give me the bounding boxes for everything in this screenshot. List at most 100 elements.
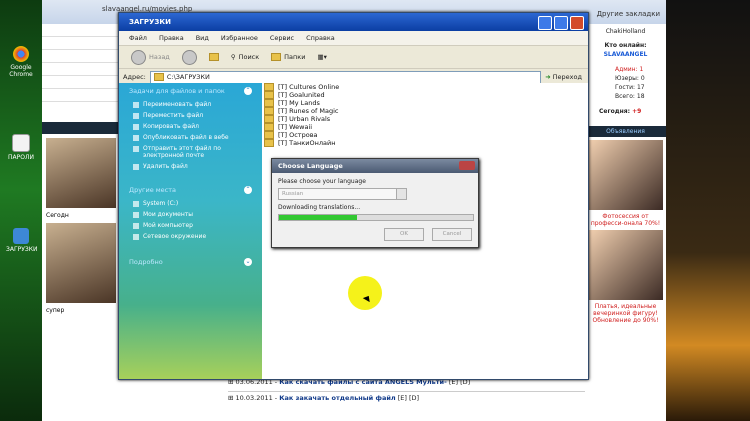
menu-help[interactable]: Справка bbox=[306, 34, 335, 42]
place-computer[interactable]: Мой компьютер bbox=[119, 220, 262, 231]
folder-icon bbox=[153, 73, 164, 81]
ad-image[interactable] bbox=[588, 140, 663, 210]
stat-row: Всего: 18 bbox=[615, 93, 645, 100]
copy-icon bbox=[133, 124, 139, 130]
online-user[interactable]: SLAVAANGEL bbox=[585, 50, 666, 59]
folder-icon bbox=[264, 131, 274, 139]
menu-view[interactable]: Вид bbox=[196, 34, 209, 42]
maximize-icon[interactable] bbox=[554, 16, 568, 30]
window-titlebar[interactable]: ЗАГРУЗКИ bbox=[119, 13, 588, 31]
up-folder-icon bbox=[208, 53, 219, 61]
collapse-icon[interactable]: ⌃ bbox=[244, 87, 252, 95]
list-item[interactable]: [T] Goalunited bbox=[262, 91, 588, 99]
nav-item[interactable] bbox=[42, 63, 120, 76]
search-icon: ⚲ bbox=[230, 53, 236, 61]
ad-caption[interactable]: Платья, идеальные вечеринкой фигуру! Обн… bbox=[585, 303, 666, 324]
desktop-icon-chrome[interactable]: Google Chrome bbox=[6, 46, 36, 78]
language-select[interactable]: Russian bbox=[278, 188, 407, 200]
up-button[interactable] bbox=[208, 53, 219, 61]
chrome-icon bbox=[13, 46, 29, 62]
menu-tools[interactable]: Сервис bbox=[270, 34, 294, 42]
list-item[interactable]: [T] My Lands bbox=[262, 99, 588, 107]
address-field[interactable]: C:\ЗАГРУЗКИ bbox=[149, 70, 542, 84]
desktop-icon-downloads[interactable]: ЗАГРУЗКИ bbox=[6, 228, 37, 253]
go-button[interactable]: ➜ Переход bbox=[545, 73, 582, 81]
desktop-right bbox=[666, 0, 750, 421]
task-email[interactable]: Отправить этот файл по электронной почте bbox=[119, 143, 262, 161]
folder-icon bbox=[264, 139, 274, 147]
nav-item[interactable] bbox=[42, 76, 120, 89]
desktop-left: Google Chrome ПАРОЛИ ЗАГРУЗКИ bbox=[0, 0, 42, 421]
desktop-icon-label: Google Chrome bbox=[9, 64, 33, 78]
folder-icon bbox=[264, 91, 274, 99]
task-delete[interactable]: Удалить файл bbox=[119, 161, 262, 172]
document-icon bbox=[12, 134, 30, 152]
task-pane: Задачи для файлов и папок ⌃ Переименовать… bbox=[119, 83, 262, 379]
nav-item[interactable] bbox=[42, 37, 120, 50]
stat-row: Юзеры: 0 bbox=[615, 75, 645, 82]
expand-icon[interactable]: ⌄ bbox=[244, 258, 252, 266]
language-dialog: Choose Language Please choose your langu… bbox=[271, 158, 479, 248]
address-label: Адрес: bbox=[123, 73, 146, 81]
site-right-column: ChakiHolland Кто онлайн: SLAVAANGEL Адми… bbox=[585, 24, 666, 421]
details-header[interactable]: Подробно ⌄ bbox=[119, 254, 262, 270]
task-copy[interactable]: Копировать файл bbox=[119, 121, 262, 132]
cancel-button[interactable]: Cancel bbox=[432, 228, 472, 241]
folders-button[interactable]: Папки bbox=[271, 53, 305, 61]
place-documents[interactable]: Мои документы bbox=[119, 209, 262, 220]
forward-button[interactable] bbox=[181, 49, 197, 65]
task-rename[interactable]: Переименовать файл bbox=[119, 99, 262, 110]
ok-button[interactable]: OK bbox=[384, 228, 424, 241]
search-button[interactable]: ⚲ Поиск bbox=[231, 53, 259, 61]
nav-item[interactable] bbox=[42, 50, 120, 63]
list-item[interactable]: ⊞ 10.03.2011 - Как закачать отдельный фа… bbox=[228, 391, 585, 407]
close-icon[interactable] bbox=[570, 16, 584, 30]
place-network[interactable]: Сетевое окружение bbox=[119, 231, 262, 242]
ad-image[interactable] bbox=[588, 230, 663, 300]
list-item[interactable]: [T] Cultures Online bbox=[262, 83, 588, 91]
close-icon[interactable] bbox=[459, 161, 475, 170]
list-item[interactable]: [T] Wewaii bbox=[262, 123, 588, 131]
minimize-icon[interactable] bbox=[538, 16, 552, 30]
publish-icon bbox=[133, 135, 139, 141]
ad-caption[interactable]: Фотосессия от професси-онала 70%! bbox=[585, 213, 666, 227]
views-button[interactable]: ▦▾ bbox=[317, 53, 326, 61]
thumb-caption: супер bbox=[46, 307, 65, 314]
window-title: ЗАГРУЗКИ bbox=[129, 18, 171, 26]
desktop-icon-label: ПАРОЛИ bbox=[8, 154, 34, 161]
task-move[interactable]: Переместить файл bbox=[119, 110, 262, 121]
thumbnail-image[interactable] bbox=[46, 223, 116, 303]
desktop-icon-passwords[interactable]: ПАРОЛИ bbox=[6, 134, 36, 161]
folder-icon bbox=[264, 123, 274, 131]
tasks-header[interactable]: Задачи для файлов и папок ⌃ bbox=[119, 83, 262, 99]
today-count: Сегодня: +9 bbox=[599, 108, 642, 115]
forward-arrow-icon bbox=[181, 49, 197, 65]
other-bookmarks[interactable]: Другие закладки bbox=[597, 10, 660, 18]
dialog-titlebar[interactable]: Choose Language bbox=[272, 159, 478, 173]
menu-bar: Файл Правка Вид Избранное Сервис Справка bbox=[119, 31, 588, 46]
back-button[interactable]: Назад bbox=[131, 49, 170, 65]
list-item[interactable]: [T] Острова bbox=[262, 131, 588, 139]
list-item[interactable]: [T] ТанкиОнлайн bbox=[262, 139, 588, 147]
stat-row: Админ: 1 bbox=[615, 66, 644, 73]
folder-icon bbox=[264, 107, 274, 115]
toolbar: Назад ⚲ Поиск Папки ▦▾ bbox=[119, 46, 588, 69]
collapse-icon[interactable]: ⌃ bbox=[244, 186, 252, 194]
thumb-caption: Сегодн bbox=[46, 212, 69, 219]
nav-item[interactable] bbox=[42, 89, 120, 102]
place-system[interactable]: System (C:) bbox=[119, 198, 262, 209]
chevron-down-icon bbox=[396, 189, 406, 199]
folder-icon bbox=[264, 83, 274, 91]
menu-edit[interactable]: Правка bbox=[159, 34, 184, 42]
list-item[interactable]: [T] Urban Rivals bbox=[262, 115, 588, 123]
nav-item[interactable] bbox=[42, 24, 120, 37]
folder-icon bbox=[264, 115, 274, 123]
section-band bbox=[42, 122, 120, 134]
places-header[interactable]: Другие места ⌃ bbox=[119, 182, 262, 198]
task-publish[interactable]: Опубликовать файл в вебе bbox=[119, 132, 262, 143]
dialog-prompt: Please choose your language bbox=[278, 178, 366, 185]
thumbnail-image[interactable] bbox=[46, 138, 116, 208]
menu-favorites[interactable]: Избранное bbox=[221, 34, 258, 42]
list-item[interactable]: [T] Runes of Magic bbox=[262, 107, 588, 115]
menu-file[interactable]: Файл bbox=[129, 34, 147, 42]
